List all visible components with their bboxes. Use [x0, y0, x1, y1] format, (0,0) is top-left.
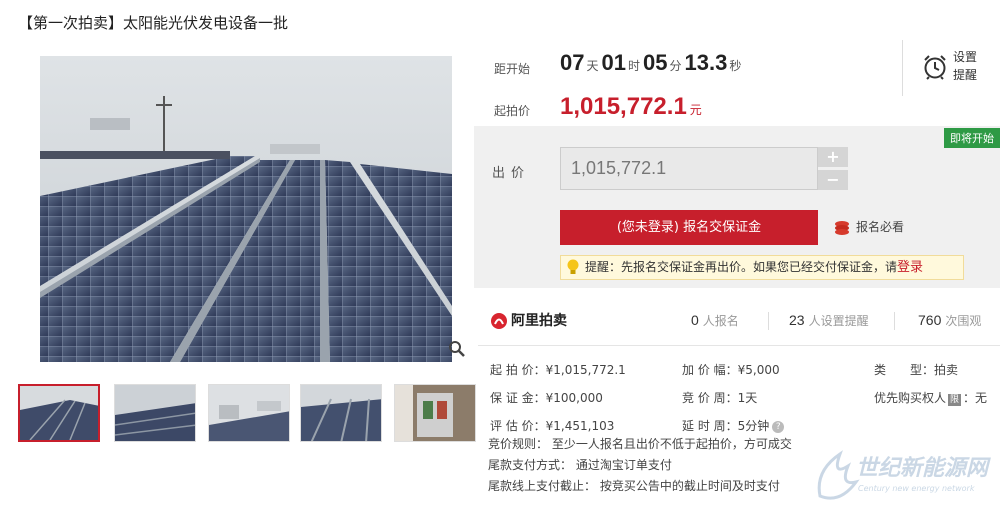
- lightbulb-icon: [567, 259, 579, 274]
- countdown-hours-unit: 时: [627, 59, 640, 73]
- thumbnail-5[interactable]: [394, 384, 476, 442]
- register-deposit-button[interactable]: (您未登录) 报名交保证金: [560, 210, 818, 245]
- countdown-timer: 07 天 01 时 05 分 13.3 秒: [560, 50, 744, 76]
- registered-stat: 0 人报名: [691, 312, 739, 329]
- countdown-seconds: 13.3: [684, 50, 728, 75]
- detail-key: 加 价 幅：: [682, 363, 738, 377]
- tip-text: 提醒：先报名交保证金再出价。如果您已经交付保证金，请: [585, 260, 898, 274]
- solar-panel-photo: [40, 56, 452, 362]
- watermark-en: Century new energy network: [858, 484, 975, 493]
- thumbnail-strip: [18, 384, 478, 442]
- reminder-stat: 23 人设置提醒: [789, 312, 869, 329]
- detail-value: ¥1,015,772.1: [545, 363, 626, 377]
- thumbnail-2[interactable]: [114, 384, 196, 442]
- auction-rules: 竞价规则： 至少一人报名且出价不低于起拍价，方可成交 尾款支付方式： 通过淘宝订…: [488, 434, 792, 497]
- brand-name: 阿里拍卖: [511, 313, 567, 329]
- detail-value: ¥1,451,103: [545, 419, 615, 433]
- thumbnail-1[interactable]: [18, 384, 100, 442]
- registered-label: 人报名: [702, 314, 739, 328]
- ali-logo-icon: [491, 313, 507, 329]
- watermark-logo-icon: [817, 450, 860, 500]
- countdown-minutes-unit: 分: [669, 59, 682, 73]
- countdown-hours: 01: [601, 50, 626, 75]
- reminder-line1: 设置: [953, 50, 978, 64]
- rule-line: 竞价规则： 至少一人报名且出价不低于起拍价，方可成交: [488, 437, 792, 451]
- watch-stat: 760 次围观: [918, 312, 981, 329]
- detail-value: ¥100,000: [545, 391, 603, 405]
- stats-bar: 阿里拍卖 0 人报名 23 人设置提醒 760 次围观: [478, 296, 1000, 346]
- help-icon[interactable]: ?: [772, 420, 785, 433]
- detail-value: 5分钟: [737, 419, 770, 433]
- countdown-days: 07: [560, 50, 585, 75]
- bid-stepper: + −: [818, 147, 848, 190]
- alarm-clock-icon: [924, 55, 946, 80]
- watermark-cn: 世纪新能源网: [856, 456, 989, 481]
- status-badge: 即将开始: [944, 128, 1000, 148]
- countdown-label: 距开始: [494, 62, 531, 76]
- decrease-bid-button[interactable]: −: [818, 170, 848, 190]
- details-col-2: 加 价 幅：¥5,000 竞 价 周：1天 延 时 周：5分钟?: [682, 356, 785, 440]
- bid-amount-input[interactable]: 1,015,772.1: [560, 147, 818, 190]
- main-product-image[interactable]: [20, 56, 472, 362]
- divider: [768, 312, 769, 330]
- bid-section: 即将开始 出价 1,015,772.1 + − (您未登录) 报名交保证金 报名…: [474, 126, 1000, 288]
- detail-value: ¥5,000: [737, 363, 780, 377]
- set-reminder-button[interactable]: 设置 提醒: [902, 40, 1000, 96]
- start-price-unit: 元: [689, 103, 702, 117]
- detail-value: ：无: [963, 391, 988, 405]
- restricted-badge: 限: [948, 394, 962, 406]
- rule-line: 尾款支付方式： 通过淘宝订单支付: [488, 458, 672, 472]
- detail-key: 保 证 金：: [490, 391, 546, 405]
- zoom-magnifier-icon[interactable]: [448, 340, 466, 358]
- watch-label: 次围观: [945, 314, 982, 328]
- reminder-label: 人设置提醒: [808, 314, 869, 328]
- page-title: 【第一次拍卖】太阳能光伏发电设备一批: [18, 14, 289, 32]
- countdown-minutes: 05: [643, 50, 668, 75]
- detail-value: 拍卖: [934, 363, 959, 377]
- detail-key: 优先购买权人: [874, 391, 947, 405]
- rule-line: 尾款线上支付截止： 按竞买公告中的截止时间及时支付: [488, 479, 780, 493]
- increase-bid-button[interactable]: +: [818, 147, 848, 167]
- ali-auction-logo: 阿里拍卖: [490, 310, 567, 330]
- divider: [894, 312, 895, 330]
- detail-key: 起 拍 价：: [490, 363, 546, 377]
- coins-icon: [835, 220, 849, 235]
- countdown-seconds-unit: 秒: [729, 59, 742, 73]
- thumbnail-4[interactable]: [300, 384, 382, 442]
- details-col-1: 起 拍 价：¥1,015,772.1 保 证 金：¥100,000 评 估 价：…: [490, 356, 626, 440]
- detail-value: 1天: [737, 391, 758, 405]
- reminder-line2: 提醒: [953, 68, 978, 82]
- thumbnail-3[interactable]: [208, 384, 290, 442]
- login-tip: 提醒：先报名交保证金再出价。如果您已经交付保证金，请登录: [560, 255, 964, 280]
- start-price-value: 1,015,772.1: [560, 93, 687, 120]
- login-link[interactable]: 登录: [897, 260, 923, 275]
- countdown-days-unit: 天: [586, 59, 599, 73]
- must-read-link[interactable]: 报名必看: [834, 218, 904, 236]
- start-price-label: 起拍价: [494, 104, 531, 118]
- detail-key: 类 型：: [874, 363, 935, 377]
- registered-count: 0: [691, 312, 699, 328]
- reminder-count: 23: [789, 312, 805, 328]
- bid-label: 出价: [492, 166, 531, 181]
- must-read-label: 报名必看: [856, 220, 905, 234]
- site-watermark: 世纪新能源网 Century new energy network: [810, 446, 1000, 506]
- details-col-3: 类 型：拍卖 优先购买权人限：无: [874, 356, 987, 412]
- watch-count: 760: [918, 312, 942, 328]
- start-price: 1,015,772.1 元: [560, 93, 702, 121]
- detail-key: 竞 价 周：: [682, 391, 738, 405]
